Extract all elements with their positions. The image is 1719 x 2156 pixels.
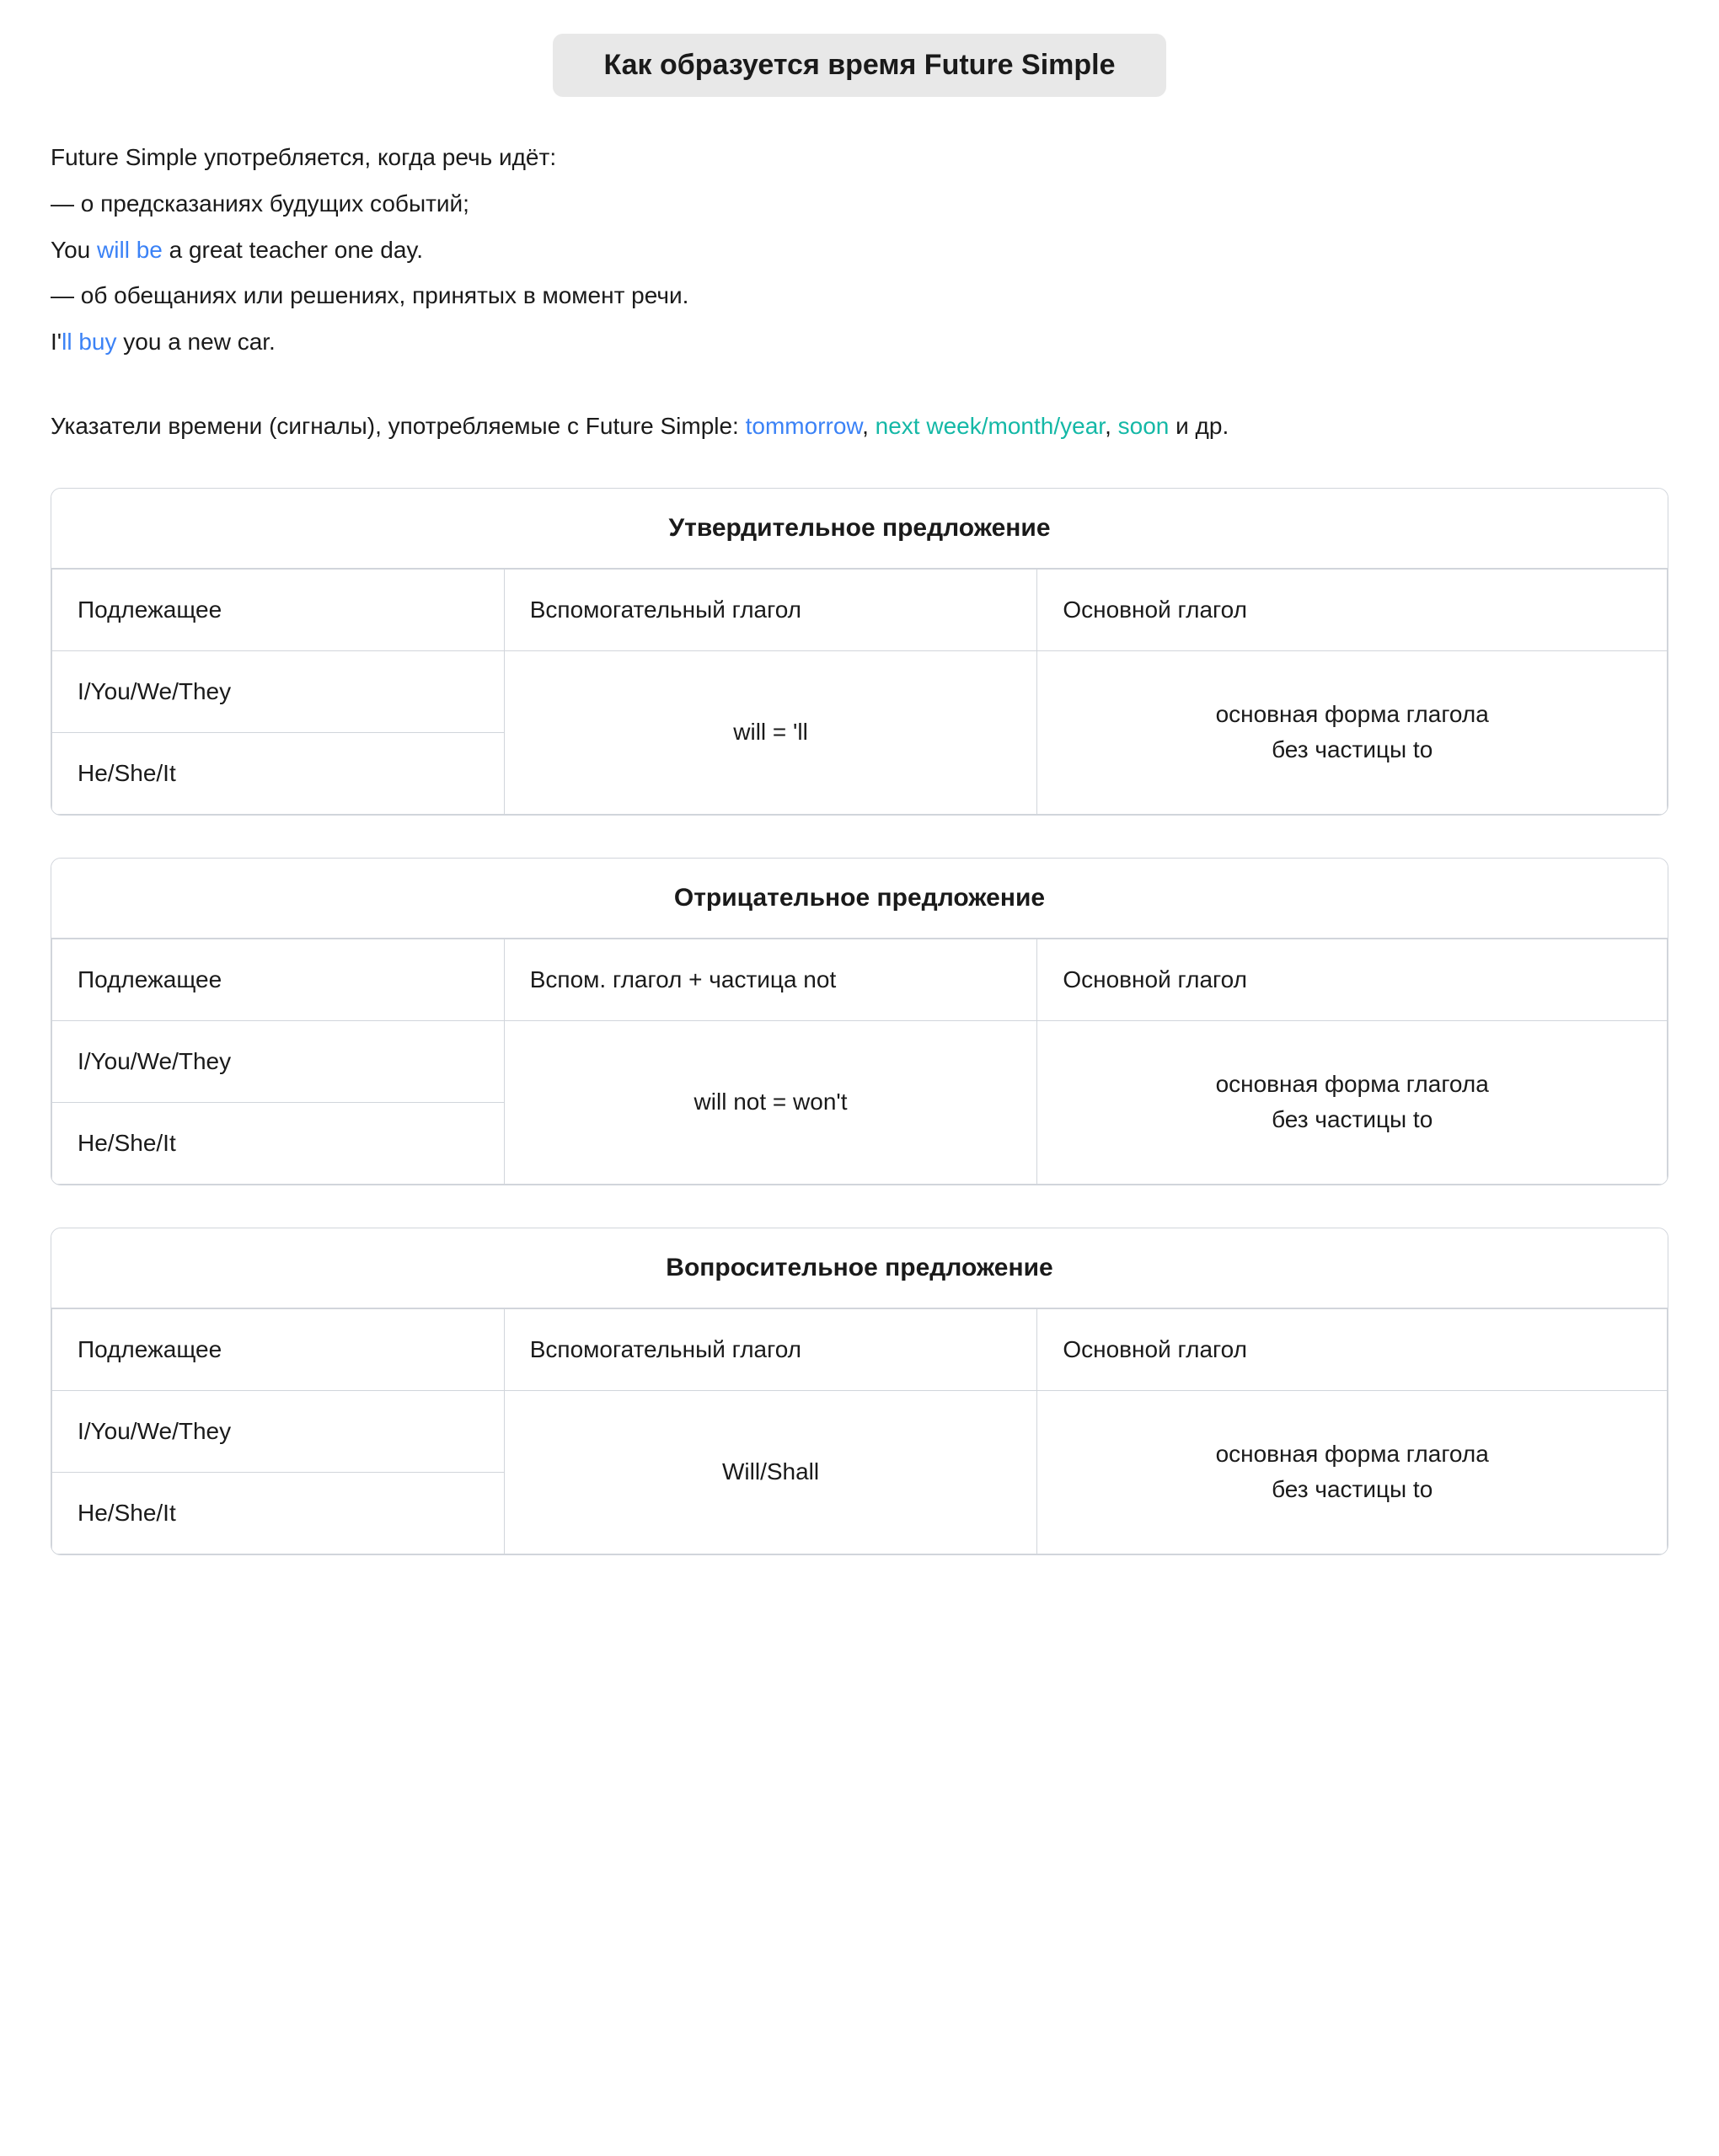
intro-line5-suffix: you a new car. (117, 329, 276, 355)
neg-main-verb: основная форма глагола без частицы to (1037, 1020, 1668, 1184)
signals-end: и др. (1169, 413, 1229, 439)
intro-line2: — о предсказаниях будущих событий; (51, 190, 469, 217)
int-col1-header: Подлежащее (52, 1308, 505, 1390)
int-subject1-row: I/You/We/They Will/Shall основная форма … (52, 1390, 1668, 1472)
neg-col2-header: Вспом. глагол + частица not (504, 939, 1037, 1020)
signals-comma1: , (862, 413, 876, 439)
aff-aux-verb: will = 'll (504, 650, 1037, 814)
neg-subject1: I/You/We/They (52, 1020, 505, 1102)
signals-prefix: Указатели времени (сигналы), употребляем… (51, 413, 746, 439)
int-col3-header: Основной глагол (1037, 1308, 1668, 1390)
negative-section: Отрицательное предложение Подлежащее Всп… (51, 858, 1668, 1185)
interrogative-section: Вопросительное предложение Подлежащее Вс… (51, 1228, 1668, 1555)
intro-line3-highlight: will be (97, 237, 163, 263)
aff-main-verb: основная форма глагола без частицы to (1037, 650, 1668, 814)
signals-next-week: next week (876, 413, 982, 439)
neg-col3-header: Основной глагол (1037, 939, 1668, 1020)
signals-soon: soon (1118, 413, 1170, 439)
int-col2-header: Вспомогательный глагол (504, 1308, 1037, 1390)
page-title: Как образуется время Future Simple (553, 34, 1165, 97)
neg-aux-verb: will not = won't (504, 1020, 1037, 1184)
signals-month: month (988, 413, 1054, 439)
aff-col1-header: Подлежащее (52, 569, 505, 650)
neg-subject1-row: I/You/We/They will not = won't основная … (52, 1020, 1668, 1102)
signals-tomorrow: tommorrow (746, 413, 862, 439)
int-subject1: I/You/We/They (52, 1390, 505, 1472)
aff-subject2: He/She/It (52, 732, 505, 814)
signals-slash1: / (982, 413, 988, 439)
signals-comma2: , (1105, 413, 1118, 439)
affirmative-table: Подлежащее Вспомогательный глагол Основн… (51, 569, 1668, 815)
intro-line4: — об обещаниях или решениях, принятых в … (51, 282, 688, 308)
interrogative-title: Вопросительное предложение (51, 1228, 1668, 1308)
intro-line1: Future Simple употребляется, когда речь … (51, 144, 556, 170)
neg-col1-header: Подлежащее (52, 939, 505, 1020)
affirmative-title: Утвердительное предложение (51, 489, 1668, 569)
negative-table: Подлежащее Вспом. глагол + частица not О… (51, 939, 1668, 1185)
intro-line3-suffix: a great teacher one day. (163, 237, 423, 263)
interrogative-table: Подлежащее Вспомогательный глагол Основн… (51, 1308, 1668, 1554)
signals-year: year (1060, 413, 1105, 439)
aff-col2-header: Вспомогательный глагол (504, 569, 1037, 650)
aff-col3-header: Основной глагол (1037, 569, 1668, 650)
intro-line5-prefix: I' (51, 329, 62, 355)
aff-subject1: I/You/We/They (52, 650, 505, 732)
aff-subject1-row: I/You/We/They will = 'll основная форма … (52, 650, 1668, 732)
affirmative-section: Утвердительное предложение Подлежащее Вс… (51, 488, 1668, 816)
intro-section: Future Simple употребляется, когда речь … (51, 139, 1668, 446)
negative-title: Отрицательное предложение (51, 859, 1668, 939)
intro-line5-highlight: ll buy (62, 329, 116, 355)
int-aux-verb: Will/Shall (504, 1390, 1037, 1554)
int-main-verb: основная форма глагола без частицы to (1037, 1390, 1668, 1554)
intro-line3-prefix: You (51, 237, 97, 263)
neg-subject2: He/She/It (52, 1102, 505, 1184)
int-subject2: He/She/It (52, 1472, 505, 1554)
signals-slash2: / (1053, 413, 1060, 439)
